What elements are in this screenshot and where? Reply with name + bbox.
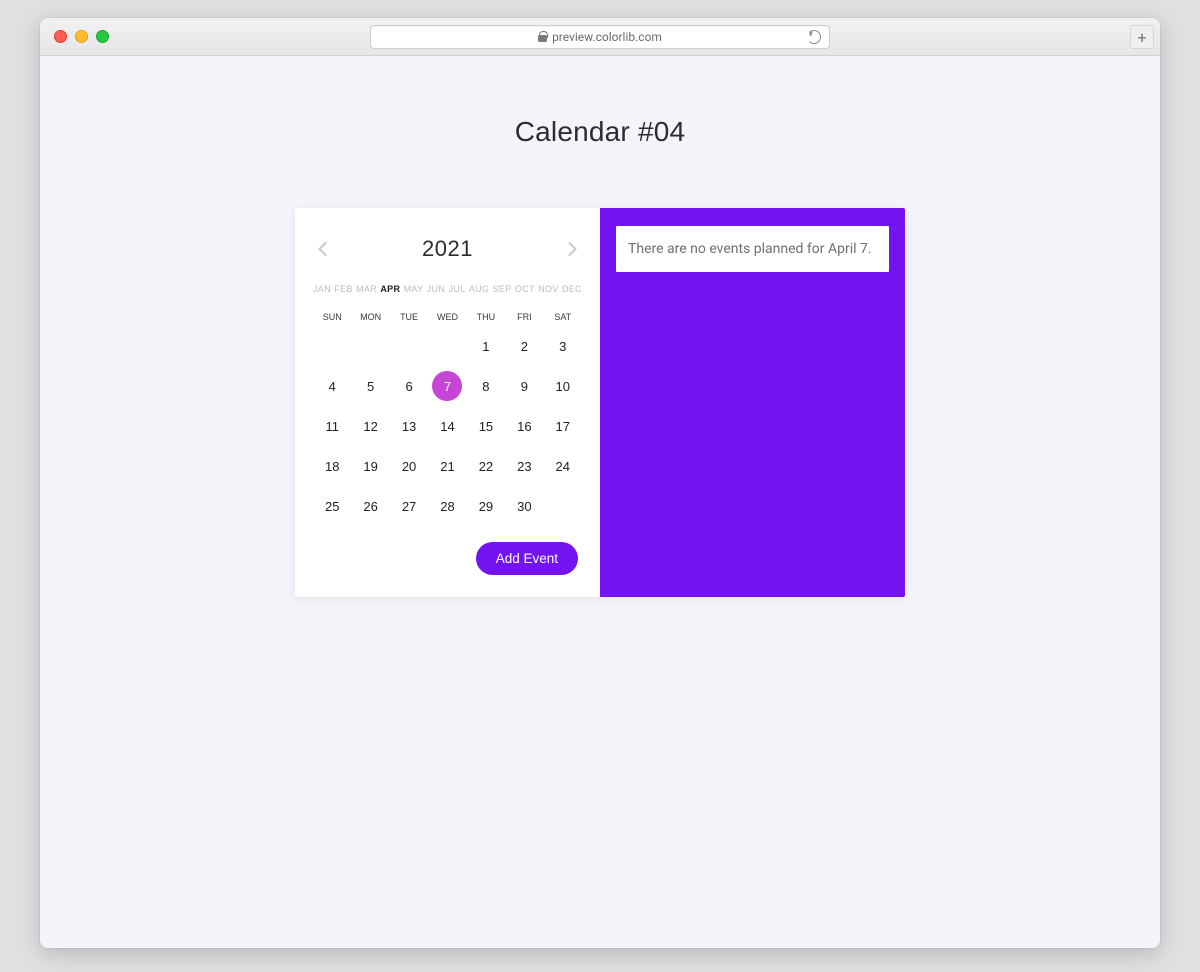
day-25[interactable]: 25 [313,486,351,526]
no-events-message: There are no events planned for April 7. [616,226,889,272]
day-29[interactable]: 29 [467,486,505,526]
day-2[interactable]: 2 [505,326,543,366]
window-minimize-button[interactable] [75,30,88,43]
weekday-sun: SUN [313,312,351,322]
day-7[interactable]: 7 [428,366,466,406]
month-jun[interactable]: JUN [427,284,445,294]
month-oct[interactable]: OCT [515,284,535,294]
reload-icon[interactable] [807,30,821,44]
day-20[interactable]: 20 [390,446,428,486]
day-6[interactable]: 6 [390,366,428,406]
weekday-header: SUNMONTUEWEDTHUFRISAT [313,312,582,322]
events-pane: There are no events planned for April 7. [600,208,905,597]
empty-cell [351,326,389,366]
month-jul[interactable]: JUL [449,284,466,294]
day-1[interactable]: 1 [467,326,505,366]
day-5[interactable]: 5 [351,366,389,406]
window-controls [54,30,109,43]
day-21[interactable]: 21 [428,446,466,486]
month-dec[interactable]: DEC [562,284,582,294]
page-viewport: Calendar #04 2021 JANFEBMARAPRMAYJUNJULA… [40,56,1160,948]
day-30[interactable]: 30 [505,486,543,526]
weekday-fri: FRI [505,312,543,322]
year-label: 2021 [422,236,473,262]
month-mar[interactable]: MAR [356,284,377,294]
window-maximize-button[interactable] [96,30,109,43]
month-feb[interactable]: FEB [334,284,352,294]
new-tab-button[interactable]: + [1130,25,1154,49]
day-4[interactable]: 4 [313,366,351,406]
chevron-left-icon [318,242,327,256]
day-14[interactable]: 14 [428,406,466,446]
day-8[interactable]: 8 [467,366,505,406]
address-bar-text: preview.colorlib.com [552,30,662,44]
address-bar[interactable]: preview.colorlib.com [370,25,830,49]
day-3[interactable]: 3 [544,326,582,366]
empty-cell [428,326,466,366]
day-17[interactable]: 17 [544,406,582,446]
day-13[interactable]: 13 [390,406,428,446]
day-27[interactable]: 27 [390,486,428,526]
date-grid: 1234567891011121314151617181920212223242… [313,326,582,526]
day-9[interactable]: 9 [505,366,543,406]
empty-cell [390,326,428,366]
chevron-right-icon [568,242,577,256]
add-event-button[interactable]: Add Event [476,542,578,575]
prev-year-button[interactable] [315,242,329,256]
lock-icon [538,31,547,42]
day-12[interactable]: 12 [351,406,389,446]
month-picker: JANFEB MARAPR MAYJUN JULAUG SEPOCTNOV DEC [313,284,582,294]
month-may[interactable]: MAY [404,284,424,294]
day-10[interactable]: 10 [544,366,582,406]
month-aug[interactable]: AUG [469,284,489,294]
next-year-button[interactable] [566,242,580,256]
calendar-pane: 2021 JANFEBMARAPRMAYJUNJULAUGSEPOCTNOVDE… [295,208,600,597]
day-11[interactable]: 11 [313,406,351,446]
weekday-thu: THU [467,312,505,322]
browser-titlebar: preview.colorlib.com + [40,18,1160,56]
weekday-wed: WED [428,312,466,322]
day-15[interactable]: 15 [467,406,505,446]
month-nov[interactable]: NOV [538,284,558,294]
month-apr[interactable]: APR [380,284,400,294]
page-title: Calendar #04 [40,116,1160,148]
day-22[interactable]: 22 [467,446,505,486]
year-nav: 2021 [313,236,582,262]
empty-cell [313,326,351,366]
day-16[interactable]: 16 [505,406,543,446]
calendar-widget: 2021 JANFEBMARAPRMAYJUNJULAUGSEPOCTNOVDE… [295,208,905,597]
browser-window: preview.colorlib.com + Calendar #04 2021… [40,18,1160,948]
weekday-sat: SAT [544,312,582,322]
day-24[interactable]: 24 [544,446,582,486]
month-jan[interactable]: JAN [313,284,331,294]
weekday-tue: TUE [390,312,428,322]
day-28[interactable]: 28 [428,486,466,526]
weekday-mon: MON [351,312,389,322]
day-18[interactable]: 18 [313,446,351,486]
window-close-button[interactable] [54,30,67,43]
month-sep[interactable]: SEP [493,284,512,294]
day-19[interactable]: 19 [351,446,389,486]
day-26[interactable]: 26 [351,486,389,526]
day-23[interactable]: 23 [505,446,543,486]
